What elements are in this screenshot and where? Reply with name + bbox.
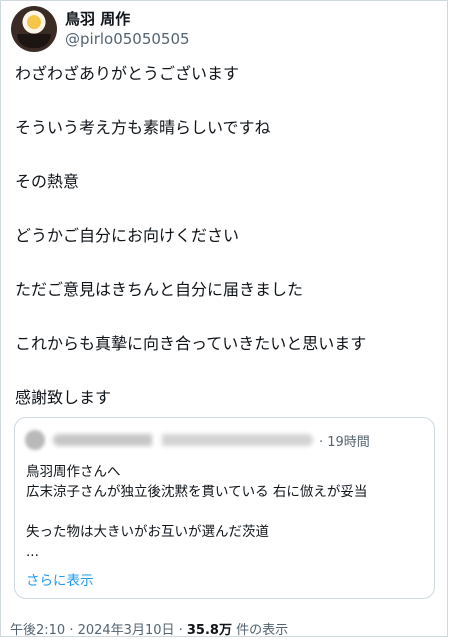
quoted-tweet-header: · 19時間 xyxy=(25,430,370,450)
quoted-line: 鳥羽周作さんへ xyxy=(26,464,121,480)
author-display-name[interactable]: 鳥羽 周作 xyxy=(65,9,190,29)
quoted-avatar-blurred xyxy=(25,430,45,450)
tweet-card: 鳥羽 周作 @pirlo05050505 わざわざありがとうございます そういう… xyxy=(0,0,448,638)
quoted-line: ... xyxy=(26,544,39,560)
tweet-line: ただご意見はきちんと自分に届きました xyxy=(15,280,304,299)
tweet-header: 鳥羽 周作 @pirlo05050505 xyxy=(11,5,190,53)
quoted-line: 広末涼子さんが独立後沈黙を貫いている 右に倣えが妥当 xyxy=(26,484,368,500)
quoted-author-blurred xyxy=(53,434,313,446)
views-label: 件の表示 xyxy=(231,623,289,638)
show-more-link[interactable]: さらに表示 xyxy=(26,569,94,589)
quoted-line: 失った物は大きいがお互いが選んだ茨道 xyxy=(26,524,269,540)
tweet-meta: 午後2:10 · 2024年3月10日 · 35.8万 件の表示 xyxy=(10,619,288,638)
avatar-bowl-shape xyxy=(17,34,51,48)
author-names: 鳥羽 周作 @pirlo05050505 xyxy=(65,9,190,49)
quoted-timestamp[interactable]: · 19時間 xyxy=(319,431,370,450)
quoted-tweet[interactable]: · 19時間 鳥羽周作さんへ 広末涼子さんが独立後沈黙を貫いている 右に倣えが妥… xyxy=(14,417,435,599)
tweet-line: これからも真摯に向き合っていきたいと思います xyxy=(15,334,367,353)
quoted-line-empty xyxy=(26,502,367,522)
tweet-line: そういう考え方も素晴らしいですね xyxy=(15,118,271,137)
views-count: 35.8万 xyxy=(186,623,232,638)
avatar[interactable] xyxy=(11,6,57,52)
tweet-line: わざわざありがとうございます xyxy=(15,64,240,83)
tweet-line: その熱意 xyxy=(15,172,80,191)
tweet-line: どうかご自分にお向けください xyxy=(15,226,240,245)
quoted-text: 鳥羽周作さんへ 広末涼子さんが独立後沈黙を貫いている 右に倣えが妥当 失った物は… xyxy=(26,462,367,562)
tweet-text: わざわざありがとうございます そういう考え方も素晴らしいですね その熱意 どうか… xyxy=(15,63,435,441)
author-handle[interactable]: @pirlo05050505 xyxy=(65,29,190,49)
tweet-line: 感謝致します xyxy=(15,388,112,407)
tweet-timestamp[interactable]: 午後2:10 · 2024年3月10日 · xyxy=(10,623,187,638)
